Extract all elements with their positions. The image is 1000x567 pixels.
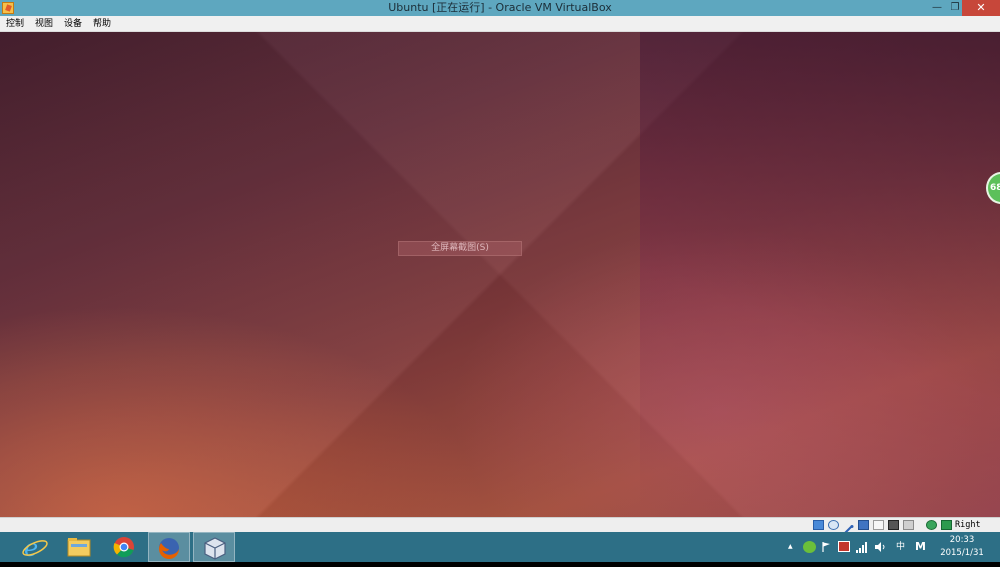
menu-control[interactable]: 控制 [6,16,24,32]
mouse-integration-icon[interactable] [926,520,937,530]
video-capture-icon[interactable] [903,520,914,530]
chrome-icon [113,537,134,558]
battery-tray-icon[interactable] [838,541,850,552]
clock-time: 20:33 [949,535,975,545]
vm-status-bar: Right Ctrl [0,517,1000,544]
ime-indicator[interactable]: 中 [896,541,905,553]
display-icon[interactable] [888,520,899,530]
firefox-icon [159,538,179,559]
security-tray-icon[interactable] [803,541,816,553]
action-center-flag-icon[interactable] [822,541,832,553]
clock-date: 2015/1/31 [940,548,984,558]
firefox-button[interactable] [148,532,190,562]
hard-disk-icon[interactable] [813,520,824,530]
windows-taskbar: e ▲ 中 M 20:33 2015/1/31 [0,532,1000,562]
title-bar[interactable]: Ubuntu [正在运行] - Oracle VM VirtualBox — ❐… [0,0,1000,16]
volume-icon[interactable] [874,541,886,553]
menu-bar: 控制 视图 设备 帮助 [0,16,1000,32]
ime-mode-indicator[interactable]: M [915,541,926,553]
close-button[interactable]: ✕ [962,0,1000,16]
network-signal-icon[interactable] [856,541,868,553]
show-hidden-icons-button[interactable]: ▲ [788,541,793,553]
menu-help[interactable]: 帮助 [93,16,111,32]
system-clock[interactable]: 20:33 2015/1/31 [936,534,988,560]
virtualbox-icon [204,537,226,560]
fullscreen-screenshot-tooltip[interactable]: 全屏幕截图(S) [398,241,522,256]
usb-icon[interactable] [843,520,854,535]
vm-display[interactable]: 全屏幕截图(S) 68 [0,32,1000,517]
chrome-button[interactable] [103,532,145,562]
menu-devices[interactable]: 设备 [64,16,82,32]
optical-drive-icon[interactable] [828,520,839,530]
menu-view[interactable]: 视图 [35,16,53,32]
internet-explorer-button[interactable]: e [14,532,56,562]
shared-folders-icon[interactable] [873,520,884,530]
file-explorer-button[interactable] [58,532,100,562]
network-icon[interactable] [858,520,869,530]
file-explorer-icon [67,538,91,557]
internet-explorer-icon: e [22,534,48,562]
window-title: Ubuntu [正在运行] - Oracle VM VirtualBox [388,1,612,14]
virtualbox-button[interactable] [193,532,235,562]
keyboard-capture-icon[interactable] [941,520,952,530]
speed-badge[interactable]: 68 [986,172,1000,204]
